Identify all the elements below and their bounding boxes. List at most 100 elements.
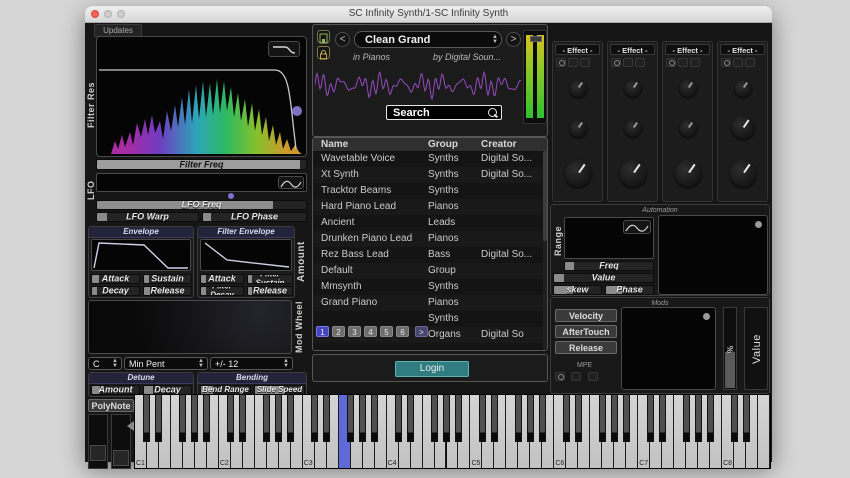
effect-3-selector[interactable]: - Effect - <box>665 44 710 55</box>
effect-power-icon[interactable] <box>666 58 676 67</box>
automation-phase-slider[interactable]: Phase <box>605 285 654 295</box>
mod-aftertouch-button[interactable]: AfterTouch <box>555 325 617 338</box>
effect-knob[interactable] <box>569 80 586 97</box>
filter-type-button[interactable] <box>268 41 300 57</box>
piano-black-key[interactable] <box>203 395 210 442</box>
piano-black-key[interactable] <box>743 395 750 442</box>
preset-row[interactable]: Synths <box>313 311 544 327</box>
piano-black-key[interactable] <box>359 395 366 442</box>
effect-knob[interactable] <box>674 160 701 187</box>
piano-black-key[interactable] <box>347 395 354 442</box>
piano-black-key[interactable] <box>287 395 294 442</box>
pitch-wheel[interactable] <box>88 414 108 469</box>
effect-edit-icon[interactable] <box>568 58 578 67</box>
piano-black-key[interactable] <box>491 395 498 442</box>
lfo-shape-button[interactable] <box>278 176 304 189</box>
piano-black-key[interactable] <box>323 395 330 442</box>
keyboard[interactable]: C1C2C3C4C5C6C7C8 <box>134 394 771 469</box>
lfo-freq-slider[interactable]: LFO Freq <box>96 200 307 210</box>
automation-skew-slider[interactable]: skew <box>553 285 602 295</box>
save-icon[interactable] <box>317 30 330 43</box>
mpe-option-icon[interactable] <box>588 372 598 381</box>
effect-edit-icon[interactable] <box>678 58 688 67</box>
prev-preset-button[interactable]: < <box>335 32 350 47</box>
mods-xy-pad[interactable] <box>621 307 716 390</box>
piano-black-key[interactable] <box>191 395 198 442</box>
piano-black-key[interactable] <box>239 395 246 442</box>
login-button[interactable]: Login <box>395 361 469 377</box>
piano-black-key[interactable] <box>479 395 486 442</box>
mod-wheel-pad[interactable] <box>88 300 292 354</box>
effect-move-icon[interactable] <box>635 58 645 67</box>
mod-value-slider[interactable]: Value <box>744 307 768 390</box>
effect-edit-icon[interactable] <box>623 58 633 67</box>
keyboard-scroll-left-arrow[interactable] <box>127 421 134 431</box>
automation-xy-handle[interactable] <box>755 221 762 228</box>
effect-knob[interactable] <box>619 160 646 187</box>
preset-selector[interactable]: Clean Grand ▲▼ <box>354 31 502 48</box>
automation-freq-slider[interactable]: Freq <box>564 261 654 271</box>
preset-row[interactable]: AncientLeads <box>313 215 544 231</box>
effect-1-selector[interactable]: - Effect - <box>555 44 600 55</box>
piano-black-key[interactable] <box>695 395 702 442</box>
piano-black-key[interactable] <box>155 395 162 442</box>
volume-slider-handle[interactable] <box>530 36 542 42</box>
filter-envelope-display[interactable] <box>200 239 292 271</box>
effect-move-icon[interactable] <box>580 58 590 67</box>
mod-velocity-button[interactable]: Velocity <box>555 309 617 322</box>
piano-black-key[interactable] <box>179 395 186 442</box>
fenv-sustain-slider[interactable]: Filter Sustain <box>247 274 293 284</box>
piano-black-key[interactable] <box>275 395 282 442</box>
bend-range-dropdown[interactable]: +/- 12▲▼ <box>210 357 293 370</box>
piano-black-key[interactable] <box>407 395 414 442</box>
piano-black-key[interactable] <box>731 395 738 442</box>
mpe-power-icon[interactable] <box>555 372 565 381</box>
piano-black-key[interactable] <box>659 395 666 442</box>
preset-row[interactable]: Grand PianoPianos <box>313 295 544 311</box>
automation-xy-pad[interactable] <box>658 215 768 295</box>
next-preset-button[interactable]: > <box>506 32 521 47</box>
piano-black-key[interactable] <box>623 395 630 442</box>
effect-move-icon[interactable] <box>690 58 700 67</box>
effect-4-selector[interactable]: - Effect - <box>720 44 765 55</box>
env-release-slider[interactable]: Release <box>143 286 192 296</box>
piano-black-key[interactable] <box>455 395 462 442</box>
column-creator[interactable]: Creator <box>481 139 543 150</box>
effect-knob[interactable] <box>569 120 586 137</box>
effect-knob[interactable] <box>679 120 696 137</box>
effect-knob[interactable] <box>729 160 756 187</box>
detune-amount-slider[interactable]: Amount <box>91 385 140 395</box>
list-scrollbar[interactable] <box>543 151 547 350</box>
effect-knob[interactable] <box>679 80 696 97</box>
lfo-waveform-display[interactable] <box>96 173 307 192</box>
lock-icon[interactable] <box>317 46 330 59</box>
automation-range-slider[interactable]: Range <box>553 219 563 263</box>
page-next-button[interactable]: > <box>415 326 428 337</box>
filter-res-slider[interactable]: Filter Res <box>86 55 95 155</box>
column-group[interactable]: Group <box>428 139 478 150</box>
automation-shape-button[interactable] <box>623 220 651 234</box>
mpe-option-icon[interactable] <box>571 372 581 381</box>
envelope-display[interactable] <box>91 239 191 271</box>
page-button-3[interactable]: 3 <box>348 326 361 337</box>
lfo-phase-slider[interactable]: LFO Phase <box>202 212 307 222</box>
preset-row[interactable]: Wavetable VoiceSynthsDigital So... <box>313 151 544 167</box>
page-button-4[interactable]: 4 <box>364 326 377 337</box>
mod-percent-slider[interactable]: % <box>723 307 737 390</box>
automation-value-slider[interactable]: Value <box>553 273 654 283</box>
preset-row[interactable]: DefaultGroup <box>313 263 544 279</box>
page-button-2[interactable]: 2 <box>332 326 345 337</box>
piano-black-key[interactable] <box>563 395 570 442</box>
page-button-1[interactable]: 1 <box>316 326 329 337</box>
titlebar[interactable]: SC Infinity Synth/1-SC Infinity Synth <box>85 6 772 23</box>
list-scrollbar-thumb[interactable] <box>543 151 547 241</box>
preset-row[interactable]: Xt SynthSynthsDigital So... <box>313 167 544 183</box>
env-decay-slider[interactable]: Decay <box>91 286 140 296</box>
filter-spectrum-display[interactable] <box>96 36 307 157</box>
piano-black-key[interactable] <box>611 395 618 442</box>
effect-move-icon[interactable] <box>745 58 755 67</box>
scale-dropdown[interactable]: Min Pent▲▼ <box>124 357 208 370</box>
page-button-5[interactable]: 5 <box>380 326 393 337</box>
effect-power-icon[interactable] <box>611 58 621 67</box>
key-dropdown[interactable]: C▲▼ <box>88 357 122 370</box>
